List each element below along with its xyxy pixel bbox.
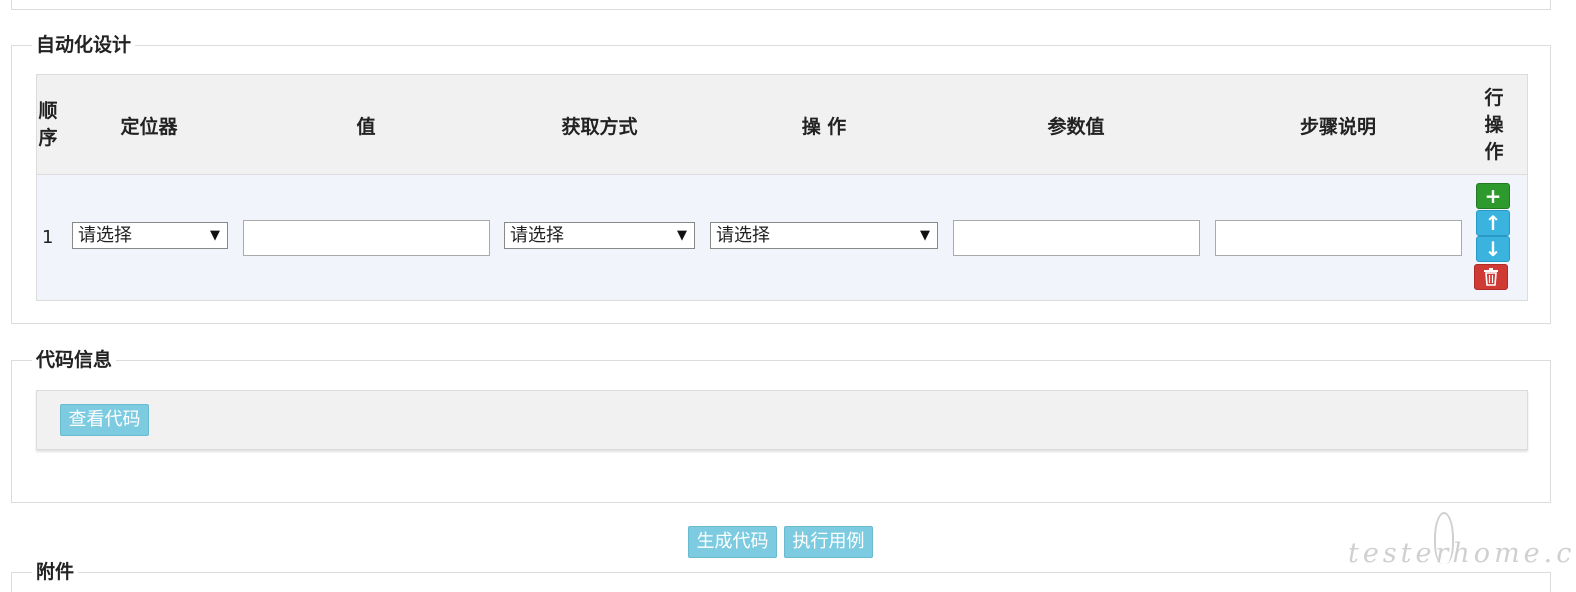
attach-fieldset: 附件 bbox=[11, 558, 1551, 592]
trash-icon bbox=[1484, 268, 1498, 286]
action-select[interactable]: 请选择 ▼ bbox=[710, 222, 938, 249]
code-legend: 代码信息 bbox=[32, 346, 117, 374]
design-fieldset: 自动化设计 顺序 定位器 值 获取方式 操 作 参数值 步骤说明 行操作 1 请… bbox=[11, 31, 1551, 324]
delete-row-button[interactable] bbox=[1474, 264, 1508, 290]
watermark-text: testerhome.com bbox=[1348, 538, 1576, 569]
chevron-down-icon: ▼ bbox=[677, 228, 687, 243]
plus-icon: + bbox=[1484, 184, 1502, 208]
column-header-locator: 定位器 bbox=[120, 115, 178, 138]
add-row-button[interactable]: + bbox=[1476, 183, 1510, 209]
column-header-method: 获取方式 bbox=[561, 115, 638, 138]
column-header-seq: 顺序 bbox=[38, 100, 58, 149]
table-row: 1 请选择 ▼ 请选择 ▼ 请选择 ▼ + ↑ ↓ bbox=[37, 175, 1527, 300]
arrow-down-icon: ↓ bbox=[1484, 237, 1502, 261]
code-fieldset: 代码信息 查看代码 bbox=[11, 346, 1551, 503]
run-case-button[interactable]: 执行用例 bbox=[784, 526, 873, 558]
action-select-value: 请选择 bbox=[716, 225, 770, 246]
chevron-down-icon: ▼ bbox=[210, 228, 220, 243]
generate-code-button[interactable]: 生成代码 bbox=[688, 526, 777, 558]
table-header: 顺序 定位器 值 获取方式 操 作 参数值 步骤说明 行操作 bbox=[37, 75, 1527, 175]
column-header-desc: 步骤说明 bbox=[1299, 115, 1376, 138]
chevron-down-icon: ▼ bbox=[920, 228, 930, 243]
locator-select[interactable]: 请选择 ▼ bbox=[72, 222, 228, 249]
attach-legend: 附件 bbox=[32, 558, 79, 586]
column-header-rowop: 行操作 bbox=[1484, 86, 1504, 163]
column-header-value: 值 bbox=[356, 115, 376, 138]
top-panel bbox=[11, 0, 1551, 10]
locator-select-value: 请选择 bbox=[78, 225, 132, 246]
param-input[interactable] bbox=[953, 220, 1200, 256]
method-select-value: 请选择 bbox=[510, 225, 564, 246]
method-select[interactable]: 请选择 ▼ bbox=[504, 222, 695, 249]
column-header-action: 操 作 bbox=[801, 115, 847, 138]
row-seq: 1 bbox=[42, 227, 54, 248]
arrow-up-icon: ↑ bbox=[1484, 211, 1502, 235]
view-code-button[interactable]: 查看代码 bbox=[60, 404, 149, 436]
value-input[interactable] bbox=[243, 220, 490, 256]
move-down-button[interactable]: ↓ bbox=[1476, 236, 1510, 262]
steps-table: 顺序 定位器 值 获取方式 操 作 参数值 步骤说明 行操作 1 请选择 ▼ 请… bbox=[36, 74, 1528, 301]
column-header-param: 参数值 bbox=[1047, 115, 1105, 138]
code-toolbar: 查看代码 bbox=[36, 390, 1528, 450]
design-legend: 自动化设计 bbox=[32, 31, 136, 59]
desc-input[interactable] bbox=[1215, 220, 1462, 256]
watermark-logo: testerhome.com bbox=[1348, 512, 1576, 582]
move-up-button[interactable]: ↑ bbox=[1476, 210, 1510, 236]
